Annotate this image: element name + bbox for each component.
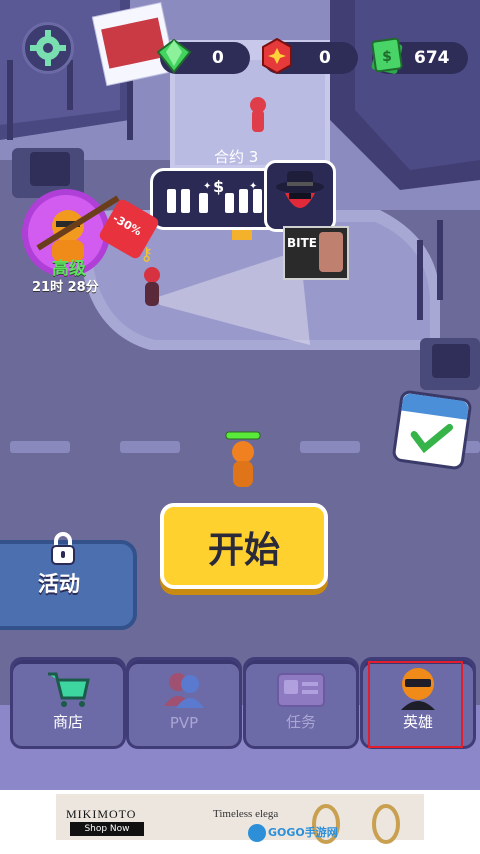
settings-button[interactable] (22, 22, 74, 74)
ad-tagline: Timeless elega (213, 808, 279, 820)
discount-value: -30% (110, 211, 144, 239)
activity-button[interactable]: 活动 (0, 532, 137, 630)
boss-portrait[interactable] (264, 160, 336, 232)
lock-icon (51, 532, 75, 565)
start-button[interactable]: 开始 (160, 503, 328, 589)
game-scene: 0 0 $ 674 合约 3 ✦ ✦ $ BITE -30% 高级 21时 28… (0, 0, 480, 790)
dollar-icon: $ (213, 177, 225, 196)
billboard-text: BITE (287, 236, 317, 250)
shopping-cart-icon (48, 672, 90, 707)
tab-tasks-label: 任务 (285, 713, 316, 731)
gems-counter: 0 (156, 38, 250, 74)
check-icon (410, 423, 454, 454)
tier-timer: 21时 28分 (32, 280, 99, 295)
start-button-label: 开始 (207, 530, 280, 571)
daily-check-button[interactable] (391, 389, 473, 471)
ad-brand: MIKIMOTO (66, 807, 137, 821)
tokens-value: 0 (319, 48, 331, 68)
users-icon (164, 673, 204, 708)
svg-text:✦: ✦ (203, 181, 211, 192)
gems-value: 0 (212, 48, 224, 68)
activity-label: 活动 (38, 572, 80, 596)
tab-pvp-label: PVP (169, 714, 199, 732)
key-icon: ⚷ (140, 244, 154, 265)
cash-counter: $ 674 (371, 37, 468, 74)
cash-icon: $ (371, 37, 403, 74)
svg-text:$: $ (382, 49, 392, 65)
boss-hat-icon (276, 171, 324, 208)
contract-title: 合约 3 (214, 148, 259, 166)
cash-value: 674 (414, 48, 450, 68)
ninja-star-token-icon (262, 37, 292, 75)
tab-tasks[interactable]: 任务 (243, 657, 359, 749)
watermark-logo-icon (248, 824, 266, 842)
tab-shop-label: 商店 (52, 713, 83, 731)
gear-icon (30, 30, 66, 66)
watermark-text: GOGO手游网 (268, 826, 338, 839)
tab-pvp[interactable]: PVP (126, 657, 242, 749)
premium-offer[interactable]: -30% 高级 21时 28分 (18, 188, 161, 298)
hero-tab-highlight (368, 661, 463, 748)
bite-billboard: BITE (283, 226, 349, 280)
tab-shop[interactable]: 商店 (10, 657, 126, 749)
task-card-icon (277, 673, 325, 707)
ad-shop-now-button[interactable]: Shop Now (70, 822, 144, 836)
ad-banner[interactable]: MIKIMOTO Shop Now Timeless elega GOGO手游网 (0, 790, 480, 854)
svg-text:✦: ✦ (249, 181, 257, 192)
gem-icon (156, 38, 192, 74)
tokens-counter: 0 (262, 37, 358, 75)
